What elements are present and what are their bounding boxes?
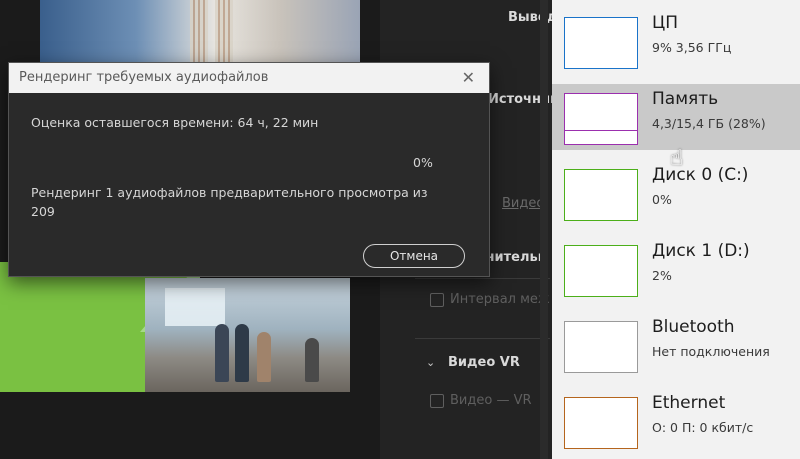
video-preview-frame xyxy=(145,278,350,392)
perf-item-title: Память xyxy=(652,89,719,109)
time-estimate: Оценка оставшегося времени: 64 ч, 22 мин xyxy=(31,115,319,130)
tab-video[interactable]: Видео xyxy=(502,196,544,211)
perf-graph xyxy=(564,397,638,449)
divider xyxy=(415,338,550,339)
perf-item-value: 2% xyxy=(652,268,672,283)
perf-item-4[interactable]: Диск 1 (D:) 2% xyxy=(552,236,800,302)
perf-item-value: 4,3/15,4 ГБ (28%) xyxy=(652,116,766,131)
output-label: Вывод xyxy=(508,10,558,25)
vr-checkbox[interactable]: Видео — VR xyxy=(430,393,532,408)
task-manager-sidebar: ЦП 9% 3,56 ГГц Память 4,3/15,4 ГБ (28%) Диск… xyxy=(552,0,800,459)
checkbox-icon xyxy=(430,292,444,307)
perf-item-title: Диск 0 (C:) xyxy=(652,165,749,185)
perf-graph xyxy=(564,17,638,69)
close-icon[interactable]: ✕ xyxy=(462,63,475,93)
interval-checkbox-label: Интервал меж xyxy=(450,292,550,307)
progress-percent: 0% xyxy=(413,155,433,170)
perf-graph xyxy=(564,93,638,145)
vr-checkbox-label: Видео — VR xyxy=(450,393,532,408)
perf-graph xyxy=(564,169,638,221)
checkbox-icon xyxy=(430,393,444,408)
dialog-title: Рендеринг требуемых аудиофайлов xyxy=(19,70,269,85)
perf-item-value: 9% 3,56 ГГц xyxy=(652,40,732,55)
files-progress-text: Рендеринг 1 аудиофайлов предварительного… xyxy=(31,185,428,219)
perf-item-5[interactable]: Bluetooth Нет подключения xyxy=(552,312,800,378)
perf-item-title: Ethernet xyxy=(652,393,726,413)
perf-item-1[interactable]: ЦП 9% 3,56 ГГц xyxy=(552,8,800,74)
panel-scrollbar[interactable] xyxy=(540,0,548,459)
perf-item-value: 0% xyxy=(652,192,672,207)
dialog-titlebar[interactable]: Рендеринг требуемых аудиофайлов ✕ xyxy=(9,63,489,93)
perf-item-title: Диск 1 (D:) xyxy=(652,241,750,261)
perf-graph xyxy=(564,245,638,297)
perf-item-value: Нет подключения xyxy=(652,344,770,359)
source-label: Источник xyxy=(488,92,559,107)
dialog-body: Оценка оставшегося времени: 64 ч, 22 мин… xyxy=(9,93,489,276)
perf-item-value: О: 0 П: 0 кбит/с xyxy=(652,420,754,435)
cancel-button[interactable]: Отмена xyxy=(363,244,465,268)
interval-checkbox[interactable]: Интервал меж xyxy=(430,292,550,307)
perf-item-title: Bluetooth xyxy=(652,317,735,337)
render-dialog: Рендеринг требуемых аудиофайлов ✕ Оценка… xyxy=(8,62,490,277)
perf-item-2[interactable]: Память 4,3/15,4 ГБ (28%) xyxy=(552,84,800,150)
chevron-down-icon[interactable]: ⌄ xyxy=(426,356,435,369)
perf-item-6[interactable]: Ethernet О: 0 П: 0 кбит/с xyxy=(552,388,800,454)
perf-graph xyxy=(564,321,638,373)
perf-item-title: ЦП xyxy=(652,13,678,33)
vr-section-label: Видео VR xyxy=(448,355,520,370)
hand-cursor-icon: ☝ xyxy=(670,146,684,171)
divider xyxy=(415,278,550,279)
